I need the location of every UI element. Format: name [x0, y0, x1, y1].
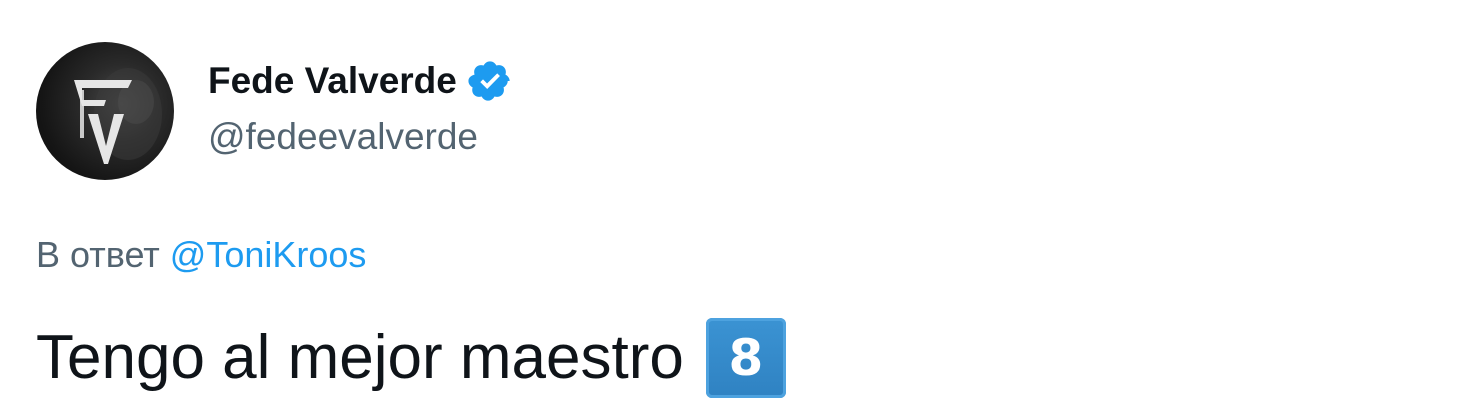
- author-avatar[interactable]: [36, 42, 174, 180]
- author-display-name[interactable]: Fede Valverde: [208, 60, 457, 102]
- reply-to-handle-link[interactable]: @ToniKroos: [170, 234, 367, 275]
- reply-prefix: В ответ: [36, 234, 170, 275]
- keycap-8-emoji: 8: [705, 318, 786, 398]
- tweet-text: Tengo al mejor maestro 8: [36, 316, 786, 400]
- author-name-row: Fede Valverde: [208, 58, 513, 104]
- tweet-body: Tengo al mejor maestro: [36, 323, 684, 392]
- verified-badge-icon: [467, 58, 513, 104]
- author-info: Fede Valverde @fedeevalverde: [208, 58, 513, 158]
- reply-context: В ответ @ToniKroos: [36, 234, 366, 276]
- fv-logo-icon: [74, 68, 162, 164]
- tweet: Fede Valverde @fedeevalverde В ответ @To…: [0, 0, 1460, 415]
- author-handle[interactable]: @fedeevalverde: [208, 116, 513, 158]
